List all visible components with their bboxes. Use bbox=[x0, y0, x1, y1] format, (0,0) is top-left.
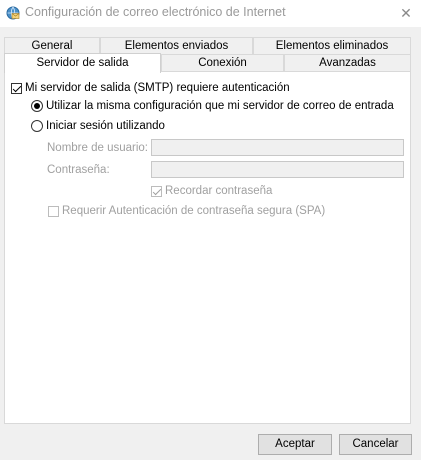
same-settings-label: Utilizar la misma configuración que mi s… bbox=[46, 100, 394, 112]
password-label: Contraseña: bbox=[47, 164, 110, 176]
spa-label: Requerir Autenticación de contraseña seg… bbox=[62, 205, 326, 217]
login-with-label: Iniciar sesión utilizando bbox=[46, 120, 165, 132]
smtp-auth-checkbox[interactable]: Mi servidor de salida (SMTP) requiere au… bbox=[11, 82, 290, 94]
login-with-radio[interactable]: Iniciar sesión utilizando bbox=[31, 120, 165, 132]
username-label: Nombre de usuario: bbox=[47, 142, 148, 154]
radio-dot[interactable] bbox=[31, 120, 43, 132]
password-field[interactable] bbox=[151, 161, 404, 178]
remember-password-checkbox[interactable]: Recordar contraseña bbox=[151, 185, 272, 197]
smtp-auth-label: Mi servidor de salida (SMTP) requiere au… bbox=[25, 82, 290, 94]
tab-connection[interactable]: Conexión bbox=[161, 54, 284, 71]
tab-advanced[interactable]: Avanzadas bbox=[284, 54, 411, 71]
title-bar: Configuración de correo electrónico de I… bbox=[0, 0, 421, 27]
globe-mail-icon bbox=[6, 6, 20, 20]
tab-general[interactable]: General bbox=[4, 37, 100, 54]
close-icon: ✕ bbox=[400, 5, 412, 21]
cancel-button[interactable]: Cancelar bbox=[339, 434, 412, 455]
checkbox-box[interactable] bbox=[48, 205, 59, 217]
username-field[interactable] bbox=[151, 139, 404, 156]
radio-dot[interactable] bbox=[31, 100, 43, 112]
tab-outgoing-server[interactable]: Servidor de salida bbox=[4, 53, 161, 73]
checkbox-box[interactable] bbox=[151, 185, 162, 197]
tab-deleted-items[interactable]: Elementos eliminados bbox=[253, 37, 411, 54]
tab-sent-items[interactable]: Elementos enviados bbox=[100, 37, 253, 54]
spa-checkbox[interactable]: Requerir Autenticación de contraseña seg… bbox=[48, 205, 325, 217]
close-button[interactable]: ✕ bbox=[391, 0, 421, 27]
remember-password-label: Recordar contraseña bbox=[165, 185, 273, 197]
checkbox-box[interactable] bbox=[11, 82, 22, 94]
window-title: Configuración de correo electrónico de I… bbox=[25, 5, 286, 19]
accept-button[interactable]: Aceptar bbox=[258, 434, 332, 455]
same-settings-radio[interactable]: Utilizar la misma configuración que mi s… bbox=[31, 100, 394, 112]
